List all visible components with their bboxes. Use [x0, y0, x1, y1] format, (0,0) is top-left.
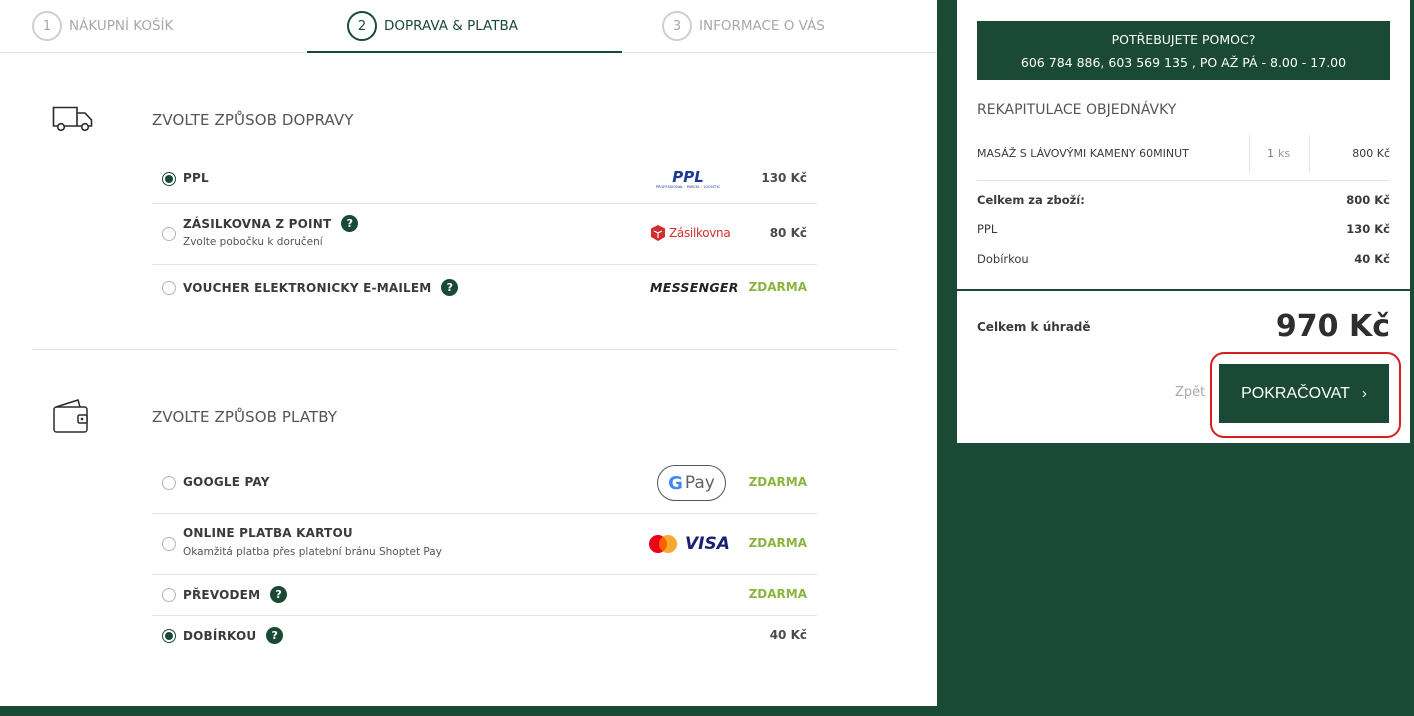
- mastercard-icon: [649, 535, 677, 553]
- help-icon[interactable]: ?: [266, 627, 284, 644]
- option-label: PPL: [183, 171, 209, 185]
- truck-icon: [52, 105, 94, 137]
- summary-value: 130 Kč: [1346, 222, 1390, 236]
- shipping-option-zasilkovna[interactable]: ZÁSILKOVNA Z POINT? Zvolte pobočku k dor…: [152, 204, 817, 265]
- help-icon[interactable]: ?: [270, 586, 288, 603]
- option-label: ZÁSILKOVNA Z POINT: [183, 217, 332, 231]
- google-g-icon: G: [668, 472, 683, 494]
- option-label: DOBÍRKOU: [183, 629, 257, 643]
- checkout-steps: 1 NÁKUPNÍ KOŠÍK 2 DOPRAVA & PLATBA 3 INF…: [0, 0, 937, 53]
- option-label: ONLINE PLATBA KARTOU: [183, 526, 353, 540]
- total-divider: [957, 289, 1410, 291]
- google-pay-logo: G Pay: [657, 465, 726, 501]
- total-label: Celkem k úhradě: [977, 320, 1091, 334]
- item-name: MASÁŽ S LÁVOVÝMI KAMENY 60MINUT: [977, 147, 1189, 160]
- option-sublabel: Okamžitá platba přes platební bránu Shop…: [183, 546, 442, 558]
- summary-value: 40 Kč: [1354, 252, 1390, 266]
- zasilkovna-logo: Zásilkovna: [650, 224, 731, 242]
- total-value: 970 Kč: [1275, 309, 1390, 344]
- shipping-option-ppl[interactable]: PPL PPL PROFESSIONAL · PARCEL · LOGISTIC…: [152, 155, 817, 204]
- item-qty-value: 1: [1267, 147, 1274, 160]
- option-price: ZDARMA: [748, 587, 807, 601]
- item-qty-unit: ks: [1278, 147, 1291, 160]
- section-divider: [32, 349, 897, 350]
- radio-button[interactable]: [162, 537, 176, 551]
- option-label: VOUCHER ELEKTRONICKY E-MAILEM: [183, 281, 432, 295]
- ppl-logo: PPL PROFESSIONAL · PARCEL · LOGISTIC: [650, 168, 726, 193]
- item-price: 800 Kč: [1352, 147, 1390, 160]
- radio-button[interactable]: [162, 227, 176, 241]
- shipping-title: ZVOLTE ZPŮSOB DOPRAVY: [152, 111, 354, 129]
- help-contact: 606 784 886, 603 569 135 , PO AŽ PÁ - 8.…: [1020, 55, 1347, 70]
- radio-button[interactable]: [162, 476, 176, 490]
- payment-option-google-pay[interactable]: GOOGLE PAY G Pay ZDARMA: [152, 453, 817, 514]
- continue-highlight-annotation: [1210, 352, 1401, 438]
- radio-button[interactable]: [162, 629, 176, 643]
- ppl-logo-subtext: PROFESSIONAL · PARCEL · LOGISTIC: [656, 185, 721, 189]
- item-separator: [1249, 135, 1250, 173]
- option-label: GOOGLE PAY: [183, 475, 270, 489]
- summary-value: 800 Kč: [1346, 193, 1390, 207]
- radio-button[interactable]: [162, 172, 176, 186]
- help-title: POTŘEBUJETE POMOC?: [1111, 32, 1256, 47]
- step-number: 2: [347, 11, 377, 41]
- radio-button[interactable]: [162, 588, 176, 602]
- option-price: 130 Kč: [761, 171, 807, 185]
- option-label: PŘEVODEM: [183, 588, 261, 602]
- option-sublabel: Zvolte pobočku k doručení: [183, 236, 323, 248]
- option-price: ZDARMA: [748, 536, 807, 550]
- order-item: MASÁŽ S LÁVOVÝMI KAMENY 60MINUT 1 ks 800 …: [977, 135, 1390, 173]
- back-link[interactable]: Zpět: [1175, 385, 1205, 400]
- option-price: 80 Kč: [769, 226, 807, 240]
- option-label-wrap: ZÁSILKOVNA Z POINT?: [183, 215, 359, 233]
- step-number: 1: [32, 11, 62, 41]
- recap-title: REKAPITULACE OBJEDNÁVKY: [977, 102, 1177, 118]
- google-pay-text: Pay: [684, 473, 715, 493]
- help-icon[interactable]: ?: [441, 279, 459, 296]
- wallet-icon: [52, 398, 90, 440]
- checkout-main: 1 NÁKUPNÍ KOŠÍK 2 DOPRAVA & PLATBA 3 INF…: [0, 0, 937, 706]
- summary-label: Dobírkou: [977, 252, 1029, 266]
- option-price: ZDARMA: [748, 280, 807, 294]
- payment-option-card[interactable]: ONLINE PLATBA KARTOU Okamžitá platba pře…: [152, 514, 817, 575]
- help-icon[interactable]: ?: [341, 215, 359, 232]
- zasilkovna-logo-text: Zásilkovna: [669, 226, 731, 240]
- item-divider: [977, 180, 1390, 181]
- item-separator: [1309, 135, 1310, 173]
- step-shipping-payment[interactable]: 2 DOPRAVA & PLATBA: [347, 10, 518, 42]
- step-label: INFORMACE O VÁS: [699, 18, 825, 34]
- card-logos: VISA: [647, 534, 730, 554]
- step-number: 3: [662, 11, 692, 41]
- payment-option-transfer[interactable]: PŘEVODEM? ZDARMA: [152, 575, 817, 616]
- step-label: NÁKUPNÍ KOŠÍK: [69, 18, 174, 34]
- shipping-option-voucher[interactable]: VOUCHER ELEKTRONICKY E-MAILEM? MESSENGER…: [152, 265, 817, 311]
- option-label-wrap: VOUCHER ELEKTRONICKY E-MAILEM?: [183, 279, 459, 297]
- step-label: DOPRAVA & PLATBA: [384, 18, 518, 34]
- item-quantity: 1 ks: [1267, 147, 1290, 160]
- payment-title: ZVOLTE ZPŮSOB PLATBY: [152, 408, 338, 426]
- option-price: ZDARMA: [748, 475, 807, 489]
- option-label-wrap: PŘEVODEM?: [183, 586, 288, 604]
- active-step-indicator: [307, 51, 622, 53]
- payment-option-cod[interactable]: DOBÍRKOU? 40 Kč: [152, 616, 817, 656]
- step-info[interactable]: 3 INFORMACE O VÁS: [662, 10, 825, 42]
- zasilkovna-box-icon: [651, 225, 665, 241]
- visa-logo: VISA: [685, 534, 730, 554]
- help-box: POTŘEBUJETE POMOC? 606 784 886, 603 569 …: [977, 21, 1390, 80]
- option-label-wrap: DOBÍRKOU?: [183, 627, 284, 645]
- step-cart[interactable]: 1 NÁKUPNÍ KOŠÍK: [32, 10, 173, 42]
- summary-label: PPL: [977, 222, 998, 236]
- radio-button[interactable]: [162, 281, 176, 295]
- summary-label: Celkem za zboží:: [977, 193, 1085, 207]
- ppl-logo-text: PPL: [672, 169, 704, 186]
- option-price: 40 Kč: [769, 628, 807, 642]
- messenger-logo: MESSENGER: [650, 280, 739, 295]
